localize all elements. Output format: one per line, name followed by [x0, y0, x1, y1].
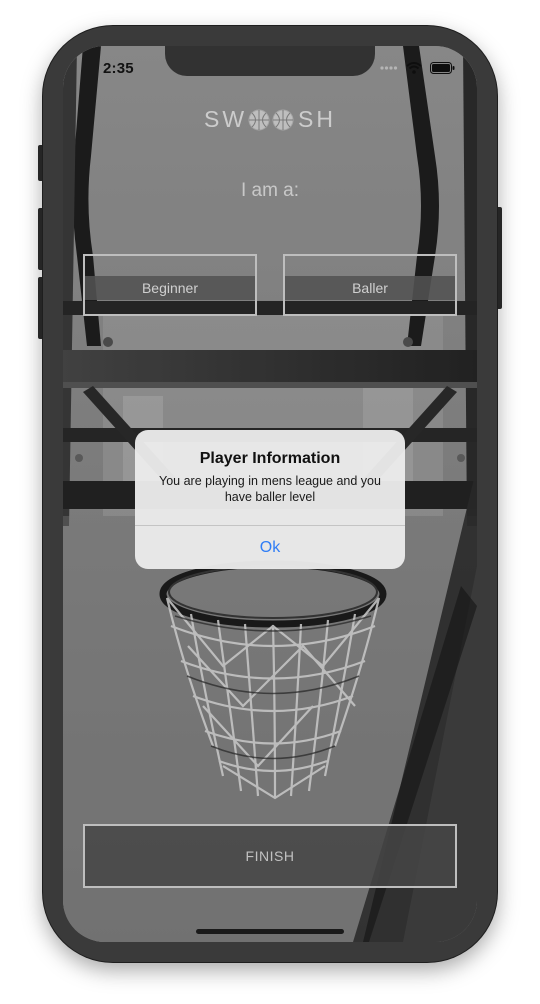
alert-ok-button[interactable]: Ok [135, 526, 405, 569]
alert-title: Player Information [199, 450, 341, 467]
home-indicator[interactable] [196, 929, 344, 934]
player-information-alert: Player Information You are playing in me… [135, 430, 405, 569]
alert-message: You are playing in mens league and you h… [159, 474, 381, 504]
phone-screen: 2:35 SW SH I am a: Beginner Baller FINIS… [63, 46, 477, 942]
